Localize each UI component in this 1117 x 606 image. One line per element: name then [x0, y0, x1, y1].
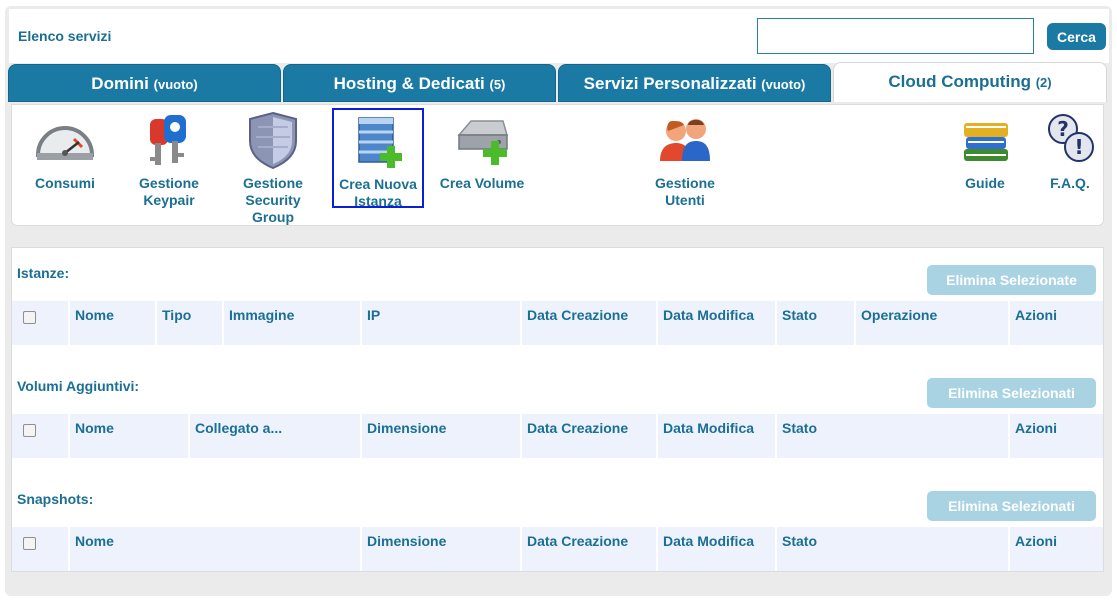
volumi-table-header: Nome Collegato a... Dimensione Data Crea… [12, 414, 1103, 458]
tool-crea-volume[interactable]: Crea Volume [436, 109, 528, 192]
column-header: Data Modifica [658, 414, 775, 458]
select-all-checkbox[interactable] [23, 537, 36, 550]
column-header: Collegato a... [190, 414, 360, 458]
column-header: Nome [70, 527, 360, 571]
tab-label: Cloud Computing [888, 72, 1031, 91]
tool-label: Gestione Keypair [139, 175, 199, 208]
shield-icon [249, 111, 297, 170]
users-icon [660, 119, 710, 161]
tool-label: Gestione Security Group [243, 175, 303, 225]
tool-gestione-security-group[interactable]: Gestione Security Group [227, 109, 319, 226]
column-header: Data Modifica [658, 301, 775, 345]
tab-count: (vuoto) [153, 77, 198, 92]
tab-label: Servizi Personalizzati [583, 74, 757, 93]
column-header: Azioni [1010, 527, 1103, 571]
delete-selected-snapshots-button[interactable]: Elimina Selezionati [927, 491, 1096, 521]
svg-text:?: ? [1057, 117, 1069, 141]
tool-faq[interactable]: ? ! F.A.Q. [1024, 109, 1116, 192]
column-header: Stato [777, 301, 854, 345]
tab-cloud-computing[interactable]: Cloud Computing (2) [833, 62, 1107, 102]
select-all-checkbox[interactable] [23, 311, 36, 324]
tab-count: (2) [1035, 75, 1052, 90]
select-all-checkbox[interactable] [23, 424, 36, 437]
header-select-cell [12, 301, 68, 345]
column-header: Immagine [224, 301, 360, 345]
server-add-icon [358, 117, 402, 168]
tab-count: (vuoto) [761, 77, 806, 92]
tool-bar: Consumi Gestione Keypair Gestione Securi… [11, 104, 1104, 226]
keys-icon [150, 115, 186, 165]
tool-label: Guide [965, 175, 1005, 191]
gauge-icon [35, 126, 95, 160]
tab-domini[interactable]: Domini (vuoto) [8, 64, 281, 102]
tool-gestione-keypair[interactable]: Gestione Keypair [123, 109, 215, 209]
delete-selected-volumi-button[interactable]: Elimina Selezionati [927, 378, 1096, 408]
snapshots-label: Snapshots: [17, 491, 94, 507]
volumi-label: Volumi Aggiuntivi: [17, 378, 140, 394]
column-header: Data Creazione [522, 301, 656, 345]
tool-crea-nuova-istanza[interactable]: Crea Nuova Istanza [332, 108, 424, 209]
tool-consumi[interactable]: Consumi [19, 109, 111, 192]
column-header: Data Creazione [522, 414, 656, 458]
column-header: Azioni [1010, 414, 1103, 458]
tool-guide[interactable]: Guide [939, 109, 1031, 192]
faq-icon: ? ! [1048, 114, 1094, 162]
column-header: Azioni [1010, 301, 1103, 345]
column-header: Stato [777, 527, 1008, 571]
tool-gestione-utenti[interactable]: Gestione Utenti [639, 109, 731, 209]
content-panel [11, 247, 1104, 572]
column-header: Dimensione [362, 414, 520, 458]
header-select-cell [12, 527, 68, 571]
column-header: Nome [70, 414, 188, 458]
column-header: Operazione [856, 301, 1008, 345]
column-header: Stato [777, 414, 1008, 458]
page-title: Elenco servizi [18, 28, 112, 44]
tool-label: Gestione Utenti [655, 175, 715, 208]
column-header: Dimensione [362, 527, 520, 571]
tab-count: (5) [489, 77, 506, 92]
books-icon [964, 123, 1008, 161]
delete-selected-istanze-button[interactable]: Elimina Selezionate [927, 265, 1096, 295]
tab-label: Domini [91, 74, 149, 93]
column-header: Data Creazione [522, 527, 656, 571]
istanze-table-header: Nome Tipo Immagine IP Data Creazione Dat… [12, 301, 1103, 345]
column-header: Data Modifica [658, 527, 775, 571]
disk-add-icon [457, 120, 508, 165]
tool-label: Consumi [35, 175, 95, 191]
tool-label: Crea Volume [439, 175, 525, 191]
header-select-cell [12, 414, 68, 458]
tool-label: Crea Nuova Istanza [339, 176, 417, 209]
tab-hosting-dedicati[interactable]: Hosting & Dedicati (5) [283, 64, 556, 102]
column-header: Nome [70, 301, 155, 345]
istanze-label: Istanze: [17, 265, 70, 281]
snapshots-table-header: Nome Dimensione Data Creazione Data Modi… [12, 527, 1103, 571]
svg-text:!: ! [1074, 135, 1083, 159]
search-input[interactable] [757, 18, 1034, 54]
column-header: Tipo [157, 301, 222, 345]
tab-servizi-personalizzati[interactable]: Servizi Personalizzati (vuoto) [558, 64, 831, 102]
search-button[interactable]: Cerca [1047, 23, 1106, 50]
tool-label: F.A.Q. [1050, 175, 1090, 191]
tab-label: Hosting & Dedicati [333, 74, 485, 93]
column-header: IP [362, 301, 520, 345]
